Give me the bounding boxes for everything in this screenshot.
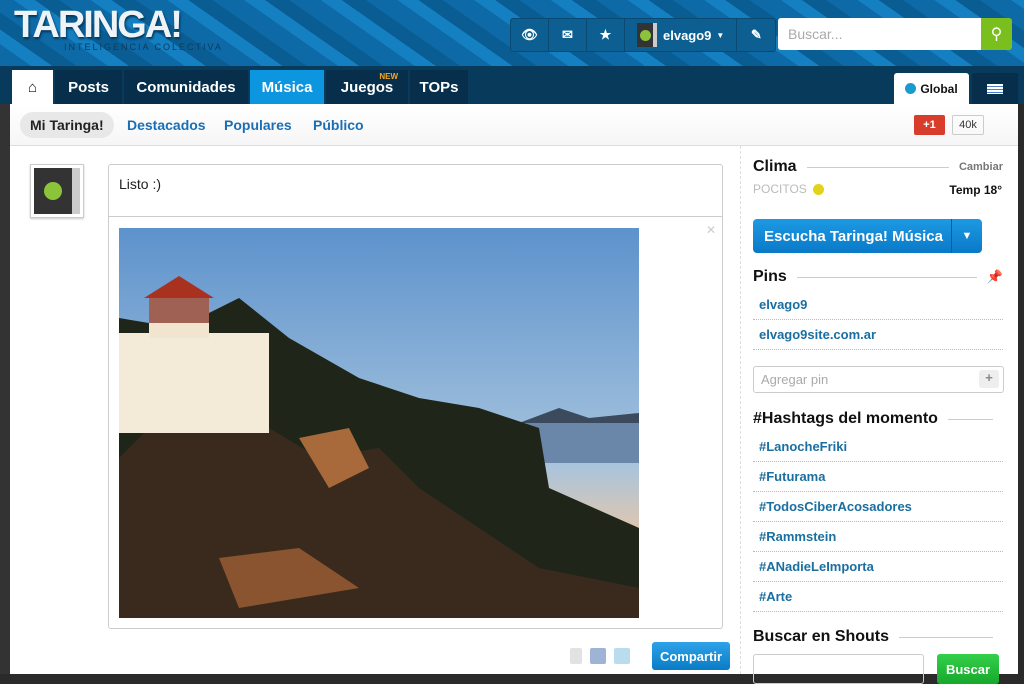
- close-icon[interactable]: ✕: [706, 223, 716, 237]
- hashtag-item[interactable]: #TodosCiberAcosadores: [753, 492, 1003, 522]
- add-pin-placeholder: Agregar pin: [761, 372, 829, 387]
- pins-title: Pins: [753, 268, 787, 285]
- username: elvago9: [663, 27, 712, 43]
- tab-juegos[interactable]: Juegos NEW: [326, 70, 408, 104]
- status-input[interactable]: Listo :): [109, 165, 722, 217]
- global-label: Global: [920, 81, 958, 96]
- post-composer: Listo :) ✕: [108, 164, 723, 629]
- plus-icon[interactable]: +: [979, 370, 999, 388]
- tab-posts[interactable]: Posts: [55, 70, 122, 104]
- clima-heading: Clima Cambiar: [753, 158, 1003, 176]
- user-avatar[interactable]: [30, 164, 84, 218]
- subnav-mi-taringa[interactable]: Mi Taringa!: [20, 112, 114, 138]
- uruguay-flag-icon: [987, 83, 1003, 94]
- music-button[interactable]: Escucha Taringa! Música ▼: [753, 219, 982, 253]
- google-plus-count: 40k: [952, 115, 984, 135]
- city: POCITOS: [753, 182, 807, 196]
- add-pin-input[interactable]: Agregar pin +: [753, 366, 1004, 393]
- new-badge: NEW: [379, 72, 398, 81]
- lock-icon[interactable]: [570, 648, 582, 664]
- star-icon[interactable]: ★: [587, 19, 625, 51]
- pin-icon: 📌: [986, 269, 1003, 284]
- global-tab[interactable]: Global: [894, 73, 969, 104]
- logo-tagline: INTELIGENCIA COLECTIVA: [64, 42, 223, 52]
- chevron-down-icon: ▼: [716, 30, 725, 40]
- pin-item[interactable]: elvago9site.com.ar: [753, 320, 1003, 350]
- hashtag-item[interactable]: #Futurama: [753, 462, 1003, 492]
- page-edge: [0, 104, 10, 674]
- shouts-title: Buscar en Shouts: [753, 628, 890, 645]
- sidebar: Clima Cambiar POCITOS Temp 18° Escucha Ta…: [740, 146, 1018, 684]
- sun-icon: [812, 183, 824, 195]
- taringa-logo[interactable]: TARINGA!: [14, 4, 183, 47]
- tab-musica[interactable]: Música: [250, 70, 324, 104]
- shouts-search-button[interactable]: Buscar: [937, 654, 999, 684]
- pin-item[interactable]: elvago9: [753, 290, 1003, 320]
- compose-icon[interactable]: ✎: [737, 19, 775, 51]
- tab-tops[interactable]: TOPs: [410, 70, 468, 104]
- facebook-icon[interactable]: [590, 648, 606, 664]
- temperature: Temp 18°: [949, 183, 1002, 197]
- globe-icon: [905, 83, 917, 94]
- hashtags-heading: #Hashtags del momento: [753, 410, 1003, 428]
- main-nav: ⌂ Posts Comunidades Música Juegos NEW TOP…: [0, 66, 1024, 104]
- twitter-icon[interactable]: [614, 648, 630, 664]
- header-banner: TARINGA! INTELIGENCIA COLECTIVA 👁 ✉ ★ el…: [0, 0, 1024, 66]
- hashtag-item[interactable]: #Rammstein: [753, 522, 1003, 552]
- music-label: Escucha Taringa! Música: [764, 227, 943, 245]
- google-plus-button[interactable]: +1: [914, 115, 945, 135]
- search-input[interactable]: [778, 18, 981, 50]
- user-toolbar: 👁 ✉ ★ elvago9 ▼ ✎: [510, 18, 777, 52]
- mail-icon[interactable]: ✉: [549, 19, 587, 51]
- content: Mi Taringa! Destacados Populares Público…: [10, 104, 1018, 684]
- hashtag-item[interactable]: #Arte: [753, 582, 1003, 612]
- avatar: [637, 23, 657, 47]
- weather-city: POCITOS: [753, 182, 824, 196]
- chevron-down-icon[interactable]: ▼: [951, 219, 982, 253]
- subnav-destacados[interactable]: Destacados: [127, 112, 206, 138]
- change-weather-link[interactable]: Cambiar: [959, 161, 1003, 173]
- share-actions: Compartir: [570, 642, 730, 670]
- tab-label: Juegos: [340, 78, 394, 96]
- country-flag-tab[interactable]: [972, 73, 1018, 104]
- tab-comunidades[interactable]: Comunidades: [124, 70, 248, 104]
- user-menu[interactable]: elvago9 ▼: [625, 19, 738, 51]
- shouts-heading: Buscar en Shouts: [753, 628, 1003, 646]
- share-button[interactable]: Compartir: [652, 642, 730, 670]
- search-icon[interactable]: ⚲: [981, 18, 1012, 50]
- pins-heading: Pins 📌: [753, 268, 1003, 286]
- subnav-populares[interactable]: Populares: [224, 112, 292, 138]
- eye-icon[interactable]: 👁: [511, 19, 549, 51]
- home-icon: ⌂: [27, 78, 38, 96]
- hashtag-item[interactable]: #ANadieLeImporta: [753, 552, 1003, 582]
- attached-photo: [119, 228, 639, 618]
- hashtags-title: #Hashtags del momento: [753, 410, 938, 427]
- shouts-search-input[interactable]: [753, 654, 924, 684]
- search-bar: ⚲: [778, 18, 1012, 50]
- sub-nav: Mi Taringa! Destacados Populares Público…: [10, 104, 1018, 146]
- hashtag-item[interactable]: #LanocheFriki: [753, 432, 1003, 462]
- subnav-publico[interactable]: Público: [313, 112, 364, 138]
- clima-title: Clima: [753, 158, 797, 175]
- tab-home[interactable]: ⌂: [12, 70, 53, 104]
